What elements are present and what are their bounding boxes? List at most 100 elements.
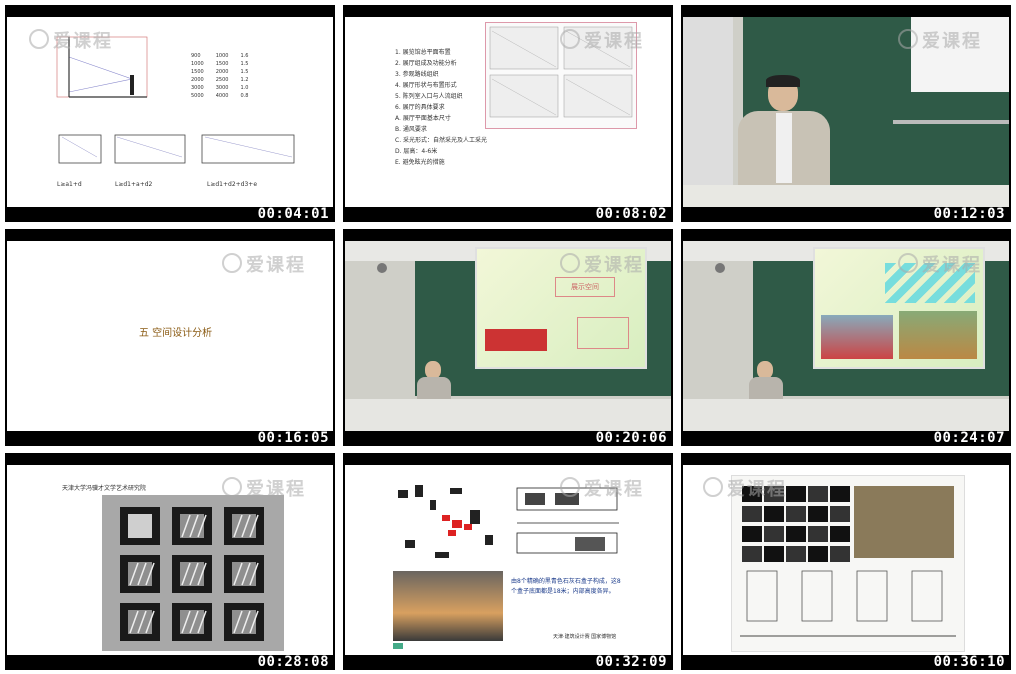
- table-cell: 1500: [191, 69, 204, 75]
- logo-icon: [703, 477, 723, 497]
- table: 900 1000 1.6 1000 1500 1.5 1500 2000 1.5 2000 2500…: [185, 52, 254, 100]
- slide-screen: 天津大学冯骥才文学艺术研究院 爱课程: [7, 465, 333, 655]
- poster-thumbnail: [742, 526, 762, 542]
- section-heading: 五 空间设计分析: [139, 328, 213, 339]
- lecturer: [417, 361, 451, 403]
- watermark: 爱课程: [222, 475, 306, 501]
- table-cell: 1.5: [240, 61, 249, 67]
- list-item: 2. 展厅组成及功能分析: [395, 60, 457, 67]
- site-plan: [390, 480, 505, 570]
- table-row: 3000 3000 1.0: [185, 84, 254, 92]
- table-cell: 2000: [215, 69, 229, 75]
- poster-thumbnail: [830, 546, 850, 562]
- video-thumbnail-2[interactable]: 1. 展览馆总平面布置 2. 展厅组成及功能分析 3. 参观路线组织 4. 展厅形状与…: [343, 5, 673, 222]
- building-image: [485, 329, 547, 351]
- model-image: [102, 495, 284, 651]
- video-frame: 爱课程: [683, 241, 1009, 431]
- video-thumbnail-9[interactable]: 爱课程 00:36:10: [681, 453, 1011, 670]
- table-row: 1000 1500 1.5: [185, 60, 254, 68]
- watermark: 爱课程: [222, 251, 306, 277]
- timestamp: 00:32:09: [595, 654, 667, 670]
- list-item: 4. 展厅形状与布置形式: [395, 82, 457, 89]
- outline-list: 1. 展览馆总平面布置 2. 展厅组成及功能分析 3. 参观路线组织 4. 展厅形状与…: [395, 47, 487, 168]
- list-item: D. 层高：4-6米: [395, 148, 438, 155]
- table-cell: 2000: [191, 77, 204, 83]
- poster-elevation: [801, 570, 833, 622]
- desk: [683, 399, 1009, 431]
- timestamp: 00:24:07: [933, 430, 1005, 446]
- video-thumbnail-8[interactable]: 由8个精确的黑青色石灰石盒子构成，这8个盒子底面都是18米；内部高度各异。 天津…: [343, 453, 673, 670]
- desk: [345, 399, 671, 431]
- slide-screen: 五 空间设计分析 爱课程: [7, 241, 333, 431]
- photo: [393, 571, 503, 641]
- video-thumbnail-7[interactable]: 天津大学冯骥才文学艺术研究院 爱课程 00:28:08: [5, 453, 335, 670]
- slide-caption: 天津大学冯骥才文学艺术研究院: [62, 485, 147, 492]
- table-cell: 2500: [215, 77, 229, 83]
- poster-thumbnail: [786, 506, 806, 522]
- formula-label: L≥d1+d2+d3+e: [207, 181, 258, 188]
- poster-graphics: [740, 486, 956, 637]
- list-item: E. 避免眩光的措施: [395, 159, 445, 166]
- poster-thumbnail: [830, 486, 850, 502]
- poster-thumbnail: [764, 506, 784, 522]
- poster-thumbnail: [808, 546, 828, 562]
- watermark: 爱课程: [898, 251, 982, 277]
- slide-box: [577, 317, 629, 349]
- video-thumbnail-1[interactable]: 900 1000 1.6 1000 1500 1.5 1500 2000 1.5 2000 2500…: [5, 5, 335, 222]
- table-cell: 4000: [215, 93, 229, 99]
- watermark: 爱课程: [560, 251, 644, 277]
- slide-screen: 900 1000 1.6 1000 1500 1.5 1500 2000 1.5 2000 2500…: [7, 17, 333, 207]
- poster-thumbnail: [808, 506, 828, 522]
- poster-elevation: [911, 570, 943, 622]
- poster-thumbnail: [764, 526, 784, 542]
- list-item: C. 采光形式：自然采光及人工采光: [395, 137, 488, 144]
- lecturer: [749, 361, 783, 403]
- table-cell: 1000: [215, 53, 229, 59]
- table-row: 5000 4000 0.8: [185, 92, 254, 100]
- logo-icon: [222, 253, 242, 273]
- timestamp: 00:28:08: [257, 654, 329, 670]
- slide-box: 展示空间: [555, 277, 615, 297]
- poster-thumbnail: [764, 546, 784, 562]
- timestamp: 00:08:02: [595, 206, 667, 222]
- poster-thumbnail: [830, 526, 850, 542]
- table-row: 1500 2000 1.5: [185, 68, 254, 76]
- poster-thumbnail: [786, 526, 806, 542]
- building-image: [821, 315, 893, 359]
- table-row: 2000 2500 1.2: [185, 76, 254, 84]
- list-item: 1. 展览馆总平面布置: [395, 49, 451, 56]
- table-cell: 1500: [215, 61, 229, 67]
- poster-elevation: [856, 570, 888, 622]
- formula-label: L≥a1+d: [57, 181, 82, 188]
- poster-thumbnail: [808, 486, 828, 502]
- logo-icon: [560, 29, 580, 49]
- list-item: B. 通风要求: [395, 126, 427, 133]
- list-item: 5. 陈列室入口与人流组织: [395, 93, 463, 100]
- timestamp: 00:04:01: [257, 206, 329, 222]
- table-cell: 1.5: [240, 69, 249, 75]
- list-item: 6. 展厅的具体要求: [395, 104, 445, 111]
- logo-icon: [560, 253, 580, 273]
- watermark: 爱课程: [560, 475, 644, 501]
- chalk-rail: [893, 120, 1009, 124]
- timestamp: 00:20:06: [595, 430, 667, 446]
- poster-thumbnail: [742, 506, 762, 522]
- logo-icon: [898, 253, 918, 273]
- slide-screen: 由8个精确的黑青色石灰石盒子构成，这8个盒子底面都是18米；内部高度各异。 天津…: [345, 465, 671, 655]
- timestamp: 00:16:05: [257, 430, 329, 446]
- formula-label: L≥d1+a+d2: [115, 181, 153, 188]
- table-cell: 1000: [191, 61, 204, 67]
- list-item: 3. 参观路线组织: [395, 71, 439, 78]
- desk: [683, 185, 1009, 207]
- table-cell: 3000: [191, 85, 204, 91]
- video-thumbnail-5[interactable]: 展示空间 爱课程 00:20:06: [343, 229, 673, 446]
- list-item: A. 展厅平面基本尺寸: [395, 115, 451, 122]
- table-cell: 0.8: [240, 93, 249, 99]
- camera-icon: [715, 263, 725, 273]
- video-thumbnail-3[interactable]: 爱课程 00:12:03: [681, 5, 1011, 222]
- slide-screen: 爱课程: [683, 465, 1009, 655]
- logo-icon: [898, 29, 918, 49]
- poster-thumbnail: [786, 546, 806, 562]
- video-thumbnail-4[interactable]: 五 空间设计分析 爱课程 00:16:05: [5, 229, 335, 446]
- video-thumbnail-6[interactable]: 爱课程 00:24:07: [681, 229, 1011, 446]
